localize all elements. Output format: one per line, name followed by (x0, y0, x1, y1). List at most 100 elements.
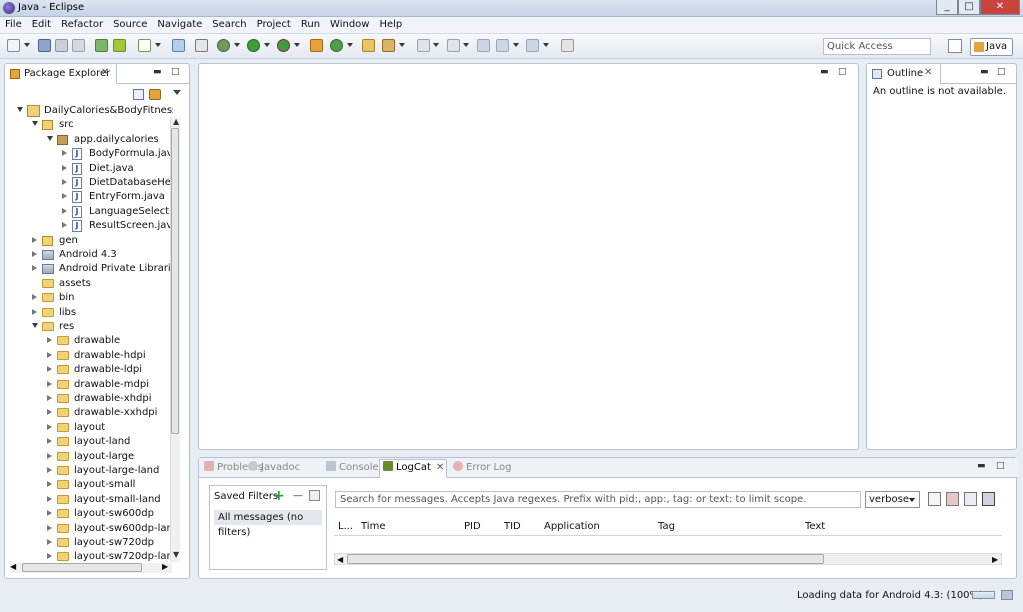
column-time[interactable]: Time (361, 520, 385, 534)
logcat-scroll-thumb[interactable] (347, 554, 824, 564)
search-dropdown-icon[interactable] (399, 43, 405, 47)
print-icon[interactable] (72, 39, 85, 52)
save-all-icon[interactable] (55, 39, 68, 52)
tab-outline[interactable]: Outline ✕ (867, 64, 941, 84)
external-tools-dropdown-icon[interactable] (294, 43, 300, 47)
bottom-maximize-icon[interactable]: □ (996, 461, 1005, 471)
tree-item[interactable]: J ResultScreen.java (5, 219, 173, 233)
scroll-right-icon[interactable]: ▶ (162, 562, 168, 571)
tree-item[interactable]: drawable (5, 334, 173, 348)
collapsed-arrow-icon[interactable] (62, 164, 67, 171)
collapsed-arrow-icon[interactable] (47, 423, 52, 430)
skip-breakpoints-icon[interactable] (195, 39, 208, 52)
collapsed-arrow-icon[interactable] (32, 251, 37, 257)
restore-window-button[interactable]: □ (958, 0, 980, 15)
collapsed-arrow-icon[interactable] (47, 380, 52, 387)
tree-item[interactable]: J EntryForm.java (5, 190, 173, 204)
toggle-filters-icon[interactable] (964, 492, 977, 506)
remove-filter-icon[interactable]: − (292, 488, 304, 504)
collapsed-arrow-icon[interactable] (47, 467, 52, 473)
menu-help[interactable]: Help (374, 17, 407, 33)
tree-item[interactable]: drawable-mdpi (5, 378, 173, 392)
forward-dropdown-icon[interactable] (543, 43, 549, 47)
column-application[interactable]: Application (544, 520, 600, 534)
tree-item[interactable]: src (5, 118, 173, 132)
new-java-package-icon[interactable] (310, 39, 323, 52)
run-icon[interactable] (247, 39, 260, 52)
column-text[interactable]: Text (805, 520, 825, 534)
logcat-search-input[interactable]: Search for messages. Accepts Java regexe… (335, 491, 861, 508)
java-perspective-button[interactable]: Java (970, 38, 1013, 56)
tree-item[interactable]: drawable-ldpi (5, 363, 173, 377)
collapsed-arrow-icon[interactable] (47, 524, 52, 531)
new-icon[interactable] (7, 39, 20, 52)
collapsed-arrow-icon[interactable] (62, 222, 67, 229)
tab-console[interactable]: Console (326, 460, 379, 476)
new-java-class-icon[interactable] (330, 39, 343, 52)
tree-item[interactable]: layout-sw600dp (5, 507, 173, 521)
collapsed-arrow-icon[interactable] (62, 150, 67, 157)
tree-item[interactable]: assets (5, 277, 173, 291)
annotation-next-icon[interactable] (417, 39, 430, 52)
forward-icon[interactable] (526, 39, 539, 52)
annotation-next-dropdown-icon[interactable] (433, 43, 439, 47)
progress-bar[interactable] (972, 591, 995, 599)
editor-minimize-icon[interactable]: ▬ (820, 67, 829, 77)
add-filter-icon[interactable]: + (273, 488, 285, 504)
menu-file[interactable]: File (0, 17, 27, 33)
tree-item[interactable]: gen (5, 234, 173, 248)
editor-area[interactable]: ▬ □ (198, 63, 859, 450)
progress-view-icon[interactable] (1001, 590, 1013, 600)
menu-edit[interactable]: Edit (27, 17, 56, 33)
collapsed-arrow-icon[interactable] (47, 452, 52, 459)
menu-window[interactable]: Window (325, 17, 374, 33)
menu-navigate[interactable]: Navigate (152, 17, 207, 33)
collapsed-arrow-icon[interactable] (47, 351, 52, 358)
tree-item[interactable]: drawable-hdpi (5, 349, 173, 363)
tree-item[interactable]: DailyCalories&BodyFitness (5, 104, 173, 118)
collapsed-arrow-icon[interactable] (47, 481, 52, 488)
menu-project[interactable]: Project (252, 17, 296, 33)
outline-maximize-icon[interactable]: □ (997, 67, 1006, 77)
expanded-arrow-icon[interactable] (47, 135, 53, 141)
scroll-left-icon[interactable]: ◀ (10, 562, 16, 571)
debug-dropdown-icon[interactable] (234, 43, 240, 47)
logcat-scroll-right-icon[interactable]: ▶ (992, 555, 998, 564)
quick-access-input[interactable]: Quick Access (823, 38, 931, 55)
new-dropdown-icon[interactable] (24, 43, 30, 47)
collapsed-arrow-icon[interactable] (32, 236, 37, 243)
expanded-arrow-icon[interactable] (32, 323, 38, 328)
collapsed-arrow-icon[interactable] (32, 308, 37, 315)
back-icon[interactable] (496, 39, 509, 52)
close-logcat-icon[interactable]: ✕ (436, 462, 444, 473)
lint-dropdown-icon[interactable] (155, 43, 161, 47)
menu-refactor[interactable]: Refactor (56, 17, 108, 33)
log-level-select[interactable]: verbose (865, 491, 920, 508)
view-menu-icon[interactable] (173, 90, 181, 95)
tree-item[interactable]: layout (5, 421, 173, 435)
collapsed-arrow-icon[interactable] (47, 409, 52, 416)
close-window-button[interactable]: ✕ (980, 0, 1020, 15)
pin-editor-icon[interactable] (561, 39, 574, 52)
tree-item[interactable]: J LanguageSelection. (5, 205, 173, 219)
collapsed-arrow-icon[interactable] (32, 265, 37, 272)
annotation-prev-dropdown-icon[interactable] (463, 43, 469, 47)
save-icon[interactable] (38, 39, 51, 52)
tree-item[interactable]: drawable-xxhdpi (5, 406, 173, 420)
column-tag[interactable]: Tag (658, 520, 675, 534)
last-edit-location-icon[interactable] (477, 39, 490, 52)
menu-run[interactable]: Run (296, 17, 325, 33)
vertical-scroll-thumb[interactable] (171, 128, 179, 434)
collapsed-arrow-icon[interactable] (47, 539, 52, 545)
tree-item[interactable]: res (5, 320, 173, 334)
collapsed-arrow-icon[interactable] (47, 337, 52, 344)
column-pid[interactable]: PID (464, 520, 481, 534)
menu-source[interactable]: Source (108, 17, 152, 33)
annotation-prev-icon[interactable] (447, 39, 460, 52)
scroll-up-icon[interactable]: ▲ (173, 117, 179, 126)
tab-logcat[interactable]: LogCat ✕ (379, 459, 447, 478)
column-level[interactable]: L... (338, 520, 353, 534)
close-outline-icon[interactable]: ✕ (924, 67, 932, 78)
run-dropdown-icon[interactable] (264, 43, 270, 47)
edit-filter-icon[interactable] (309, 490, 320, 501)
